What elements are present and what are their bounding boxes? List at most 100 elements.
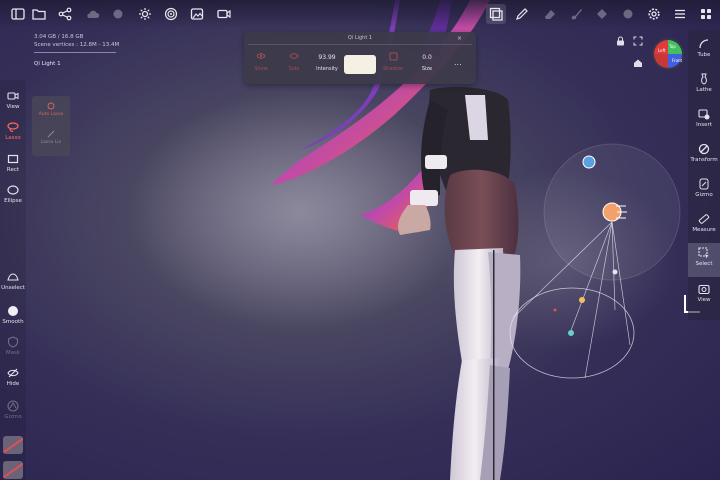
transform-icon <box>698 143 710 155</box>
tool-unselect[interactable]: Unselect <box>1 271 25 291</box>
light-panel-title: Qi Light 1 <box>347 35 373 41</box>
circle-icon[interactable] <box>592 4 612 24</box>
insert-icon <box>698 109 710 120</box>
light-more-button[interactable]: ... <box>454 58 462 67</box>
tool-ellipse[interactable]: Ellipse <box>1 184 25 204</box>
frame-icon[interactable] <box>486 4 506 24</box>
tool-smooth[interactable]: Smooth <box>1 305 25 325</box>
sun-icon[interactable] <box>135 4 155 24</box>
light-target-handle[interactable] <box>568 330 574 336</box>
size-label: Size <box>421 66 433 72</box>
select-icon <box>698 247 709 259</box>
auto-lasso-label: Auto Lasso <box>38 112 64 117</box>
menu-icon[interactable] <box>670 4 690 24</box>
tool-rect-label: Rect <box>6 167 20 173</box>
tool-select-label: Select <box>695 261 713 267</box>
ellipse-icon <box>7 185 19 195</box>
grid-icon[interactable] <box>696 4 716 24</box>
tool-tube-label: Tube <box>697 52 711 58</box>
scene-item-label[interactable]: Qi Light 1 <box>34 61 61 67</box>
home-icon[interactable] <box>633 58 643 70</box>
gizmo-front-label: Front <box>672 58 683 63</box>
lasso-icon <box>7 122 19 132</box>
memory-stats: 3.04 GB / 16.8 GB Scene vertices : 12.8M… <box>34 33 119 49</box>
tool-tube[interactable]: Tube <box>688 38 720 58</box>
light-color-swatch[interactable] <box>344 55 376 74</box>
mask-icon <box>7 336 19 348</box>
tool-ellipse-label: Ellipse <box>4 198 22 204</box>
sphere-icon[interactable] <box>618 4 638 24</box>
gizmo-left-label: Left <box>658 48 666 53</box>
lathe-icon <box>701 73 707 85</box>
light-shadow-toggle[interactable]: Shadow <box>378 52 408 72</box>
cloud-icon[interactable] <box>83 4 103 24</box>
tool-gizmo[interactable]: Gizmo <box>688 178 720 198</box>
light-show-toggle[interactable]: Show <box>246 52 276 72</box>
light-solo-toggle[interactable]: Solo <box>279 52 309 72</box>
tool-lasso[interactable]: Lasso <box>1 121 25 141</box>
fullscreen-icon[interactable] <box>633 36 643 48</box>
light-settings-panel: Qi Light 1 × Show Solo 93.99 Intensity S… <box>244 32 476 84</box>
target-icon[interactable] <box>161 4 181 24</box>
intensity-label: Intensity <box>316 66 338 72</box>
tool-lathe[interactable]: Lathe <box>688 73 720 93</box>
sculpt-icon[interactable] <box>108 4 128 24</box>
light-angle-handle[interactable] <box>579 297 585 303</box>
tool-view-right-label: View <box>697 297 711 303</box>
folder-icon[interactable] <box>29 4 49 24</box>
material-swatch[interactable] <box>3 436 23 454</box>
light-rotate-handle[interactable] <box>582 155 596 169</box>
light-intensity-slider[interactable]: 93.99 Intensity <box>312 52 342 72</box>
lock-icon[interactable] <box>616 36 625 48</box>
tool-hide[interactable]: Hide <box>1 367 25 387</box>
camera-icon[interactable] <box>214 4 234 24</box>
tool-view[interactable]: View <box>1 90 25 110</box>
tool-insert[interactable]: Insert <box>688 108 720 128</box>
brush-icon[interactable] <box>566 4 586 24</box>
unselect-icon <box>7 273 19 281</box>
figure-cuff <box>410 190 438 206</box>
light-show-label: Show <box>254 66 268 72</box>
tool-gizmo-label: Gizmo <box>4 414 22 420</box>
pen-icon[interactable] <box>512 4 532 24</box>
share-icon[interactable] <box>55 4 75 24</box>
light-axis-handle[interactable] <box>612 269 618 275</box>
auto-lasso-option[interactable]: Auto Lasso <box>32 102 70 117</box>
gear-icon[interactable] <box>644 4 664 24</box>
material-swatch-2[interactable] <box>3 461 23 479</box>
figure-hips <box>444 169 519 262</box>
rect-icon <box>7 154 19 164</box>
tool-transform[interactable]: Transform <box>688 143 720 163</box>
tool-transform-label: Transform <box>690 157 718 163</box>
hide-icon <box>7 368 19 378</box>
gizmo-icon <box>699 178 709 190</box>
tool-rect[interactable]: Rect <box>1 153 25 173</box>
nomad-sculpt-viewport[interactable]: 3.04 GB / 16.8 GB Scene vertices : 12.8M… <box>0 0 720 480</box>
light-panel-close-icon[interactable]: × <box>457 35 462 42</box>
gizmo-icon <box>7 400 19 412</box>
figure-cuff-2 <box>425 155 447 169</box>
tool-measure[interactable]: Measure <box>688 213 720 233</box>
camera-icon <box>698 284 710 295</box>
light-size-slider[interactable]: 0.0 Size <box>412 52 442 72</box>
tool-smooth-label: Smooth <box>2 319 24 325</box>
smooth-icon <box>8 306 18 316</box>
lasso-line-option[interactable]: Lasso Lin <box>32 130 70 145</box>
tool-view-right[interactable]: View <box>688 283 720 303</box>
tool-unselect-label: Unselect <box>1 285 25 291</box>
tool-select[interactable]: Select <box>688 243 720 277</box>
tool-mask[interactable]: Mask <box>1 336 25 356</box>
orientation-cube[interactable]: Left Top Front <box>650 36 686 72</box>
tool-insert-label: Insert <box>696 122 712 128</box>
erase-icon[interactable] <box>540 4 560 24</box>
tool-hide-label: Hide <box>6 381 20 387</box>
light-panel-divider <box>248 44 472 45</box>
light-shadow-label: Shadow <box>383 66 403 72</box>
sidebar-icon[interactable] <box>8 4 28 24</box>
tool-lathe-label: Lathe <box>696 87 712 93</box>
lasso-line-label: Lasso Lin <box>40 140 62 145</box>
tool-gizmo-left[interactable]: Gizmo <box>1 400 25 420</box>
solo-eye-icon <box>289 53 299 59</box>
image-icon[interactable] <box>187 4 207 24</box>
lasso-circle-icon <box>47 102 55 110</box>
